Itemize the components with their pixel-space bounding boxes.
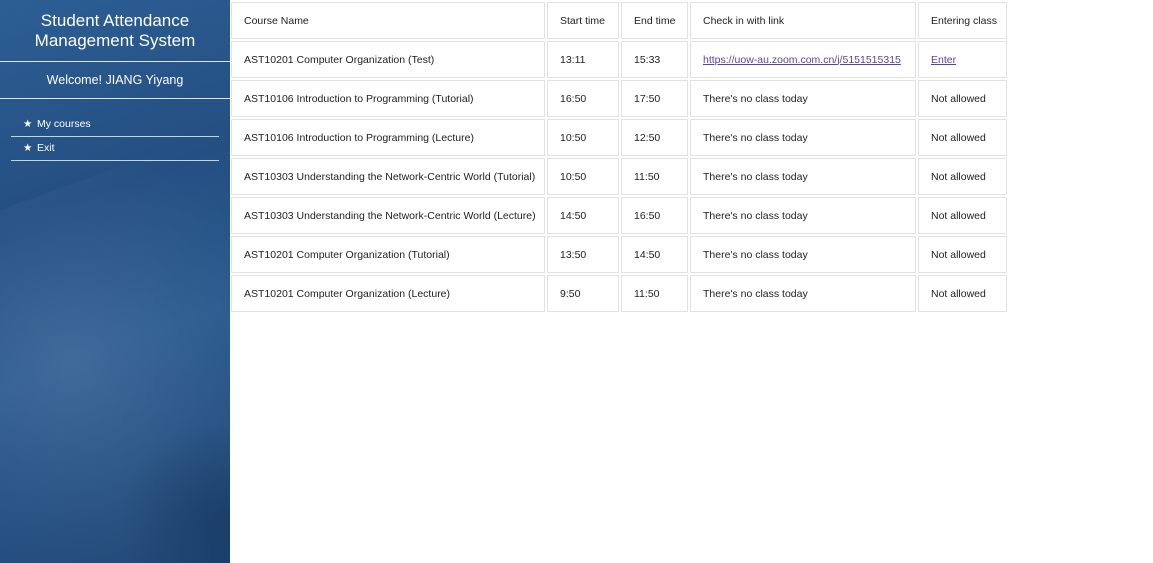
course-name-cell: AST10201 Computer Organization (Tutorial…: [231, 236, 545, 273]
app-root: Student Attendance Management System Wel…: [0, 0, 1153, 563]
start-time-cell: 13:11: [547, 41, 619, 78]
start-time-cell: 10:50: [547, 158, 619, 195]
check-in-cell: There's no class today: [690, 197, 916, 234]
main-content: Course Name Start time End time Check in…: [231, 2, 1009, 314]
sidebar-item-label: Exit: [37, 142, 55, 154]
system-title: Student Attendance Management System: [0, 0, 230, 61]
column-header-end-time: End time: [621, 2, 688, 39]
course-name-cell: AST10201 Computer Organization (Test): [231, 41, 545, 78]
system-title-line1: Student Attendance: [40, 11, 190, 30]
table-row: AST10106 Introduction to Programming (Le…: [231, 119, 1007, 156]
check-in-link[interactable]: https://uow-au.zoom.com.cn/j/5151515315: [703, 54, 901, 66]
start-time-cell: 14:50: [547, 197, 619, 234]
star-icon: ★: [23, 142, 33, 154]
end-time-cell: 11:50: [621, 158, 688, 195]
check-in-cell: There's no class today: [690, 236, 916, 273]
end-time-cell: 16:50: [621, 197, 688, 234]
course-name-cell: AST10303 Understanding the Network-Centr…: [231, 197, 545, 234]
table-row: AST10106 Introduction to Programming (Tu…: [231, 80, 1007, 117]
star-icon: ★: [23, 118, 33, 130]
column-header-course-name: Course Name: [231, 2, 545, 39]
column-header-check-in-link: Check in with link: [690, 2, 916, 39]
table-header-row: Course Name Start time End time Check in…: [231, 2, 1007, 39]
table-row: AST10201 Computer Organization (Tutorial…: [231, 236, 1007, 273]
start-time-cell: 16:50: [547, 80, 619, 117]
course-name-cell: AST10106 Introduction to Programming (Le…: [231, 119, 545, 156]
check-in-cell: https://uow-au.zoom.com.cn/j/5151515315: [690, 41, 916, 78]
start-time-cell: 10:50: [547, 119, 619, 156]
check-in-cell: There's no class today: [690, 158, 916, 195]
end-time-cell: 12:50: [621, 119, 688, 156]
sidebar-item-label: My courses: [37, 118, 91, 130]
enter-class-link[interactable]: Enter: [931, 54, 956, 66]
table-row: AST10303 Understanding the Network-Centr…: [231, 197, 1007, 234]
end-time-cell: 15:33: [621, 41, 688, 78]
end-time-cell: 17:50: [621, 80, 688, 117]
table-row: AST10201 Computer Organization (Test) 13…: [231, 41, 1007, 78]
entering-class-cell: Enter: [918, 41, 1007, 78]
sidebar-menu: ★ My courses ★ Exit: [0, 99, 230, 161]
course-name-cell: AST10106 Introduction to Programming (Tu…: [231, 80, 545, 117]
end-time-cell: 14:50: [621, 236, 688, 273]
start-time-cell: 9:50: [547, 275, 619, 312]
table-row: AST10303 Understanding the Network-Centr…: [231, 158, 1007, 195]
entering-class-cell: Not allowed: [918, 80, 1007, 117]
check-in-cell: There's no class today: [690, 275, 916, 312]
entering-class-cell: Not allowed: [918, 236, 1007, 273]
entering-class-cell: Not allowed: [918, 275, 1007, 312]
column-header-start-time: Start time: [547, 2, 619, 39]
end-time-cell: 11:50: [621, 275, 688, 312]
check-in-cell: There's no class today: [690, 80, 916, 117]
course-name-cell: AST10201 Computer Organization (Lecture): [231, 275, 545, 312]
course-name-cell: AST10303 Understanding the Network-Centr…: [231, 158, 545, 195]
sidebar-item-my-courses[interactable]: ★ My courses: [11, 113, 219, 137]
courses-table: Course Name Start time End time Check in…: [229, 0, 1009, 314]
start-time-cell: 13:50: [547, 236, 619, 273]
column-header-entering-class: Entering class: [918, 2, 1007, 39]
sidebar-item-exit[interactable]: ★ Exit: [11, 137, 219, 161]
entering-class-cell: Not allowed: [918, 197, 1007, 234]
system-title-line2: Management System: [34, 31, 196, 50]
entering-class-cell: Not allowed: [918, 119, 1007, 156]
entering-class-cell: Not allowed: [918, 158, 1007, 195]
sidebar: Student Attendance Management System Wel…: [0, 0, 230, 563]
check-in-cell: There's no class today: [690, 119, 916, 156]
table-row: AST10201 Computer Organization (Lecture)…: [231, 275, 1007, 312]
welcome-text: Welcome! JIANG Yiyang: [46, 73, 184, 87]
